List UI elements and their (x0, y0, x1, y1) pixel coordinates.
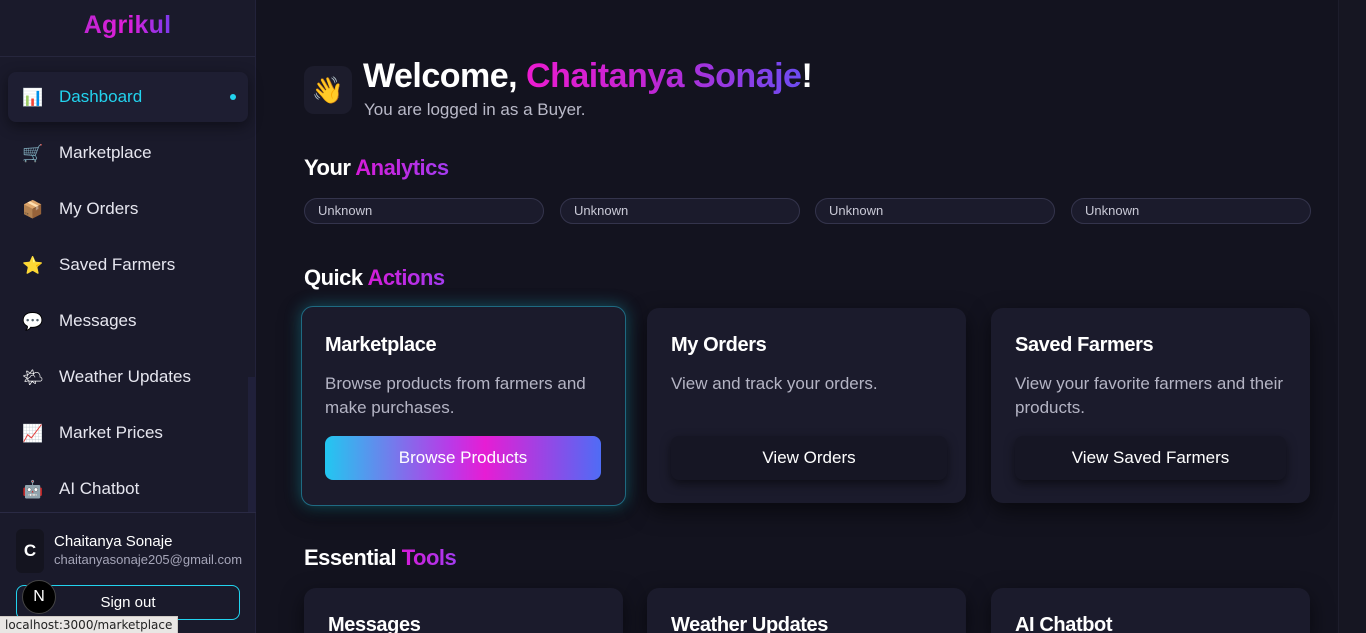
sidebar-item-label: AI Chatbot (59, 479, 140, 498)
essential-tools-heading: Essential Tools (304, 545, 457, 571)
sidebar-item-my-orders[interactable]: 📦 My Orders (8, 184, 248, 234)
welcome-user-name: Chaitanya Sonaje (526, 57, 802, 95)
tool-card-messages: Messages (304, 588, 623, 633)
sidebar-item-market-prices[interactable]: 📈 Market Prices (8, 408, 248, 458)
sidebar-nav: 📊 Dashboard 🛒 Marketplace 📦 My Orders ⭐ … (8, 72, 248, 520)
sidebar-item-marketplace[interactable]: 🛒 Marketplace (8, 128, 248, 178)
heading-accent: Tools (401, 545, 457, 570)
card-title: Marketplace (325, 334, 437, 356)
card-description: View and track your orders. (671, 374, 878, 393)
heading-plain: Quick (304, 265, 368, 290)
card-title: My Orders (671, 334, 767, 356)
sidebar-item-weather-updates[interactable]: 🌤 Weather Updates (8, 352, 248, 402)
sun-cloud-icon: 🌤 (22, 367, 44, 387)
tool-card-weather-updates: Weather Updates (647, 588, 966, 633)
speech-bubble-icon: 💬 (22, 311, 44, 331)
card-title: AI Chatbot (1015, 614, 1113, 633)
robot-icon: 🤖 (22, 479, 44, 499)
analytics-pill: Unknown (1071, 198, 1311, 224)
sidebar-item-label: My Orders (59, 199, 139, 218)
welcome-prefix: Welcome, (363, 57, 527, 95)
brand-logo[interactable]: Agrikul (84, 11, 172, 40)
analytics-pill: Unknown (560, 198, 800, 224)
card-description: View your favorite farmers and their pro… (1015, 374, 1284, 417)
sidebar-item-label: Saved Farmers (59, 255, 176, 274)
shopping-cart-icon: 🛒 (22, 143, 44, 163)
welcome-suffix: ! (801, 57, 813, 95)
sidebar-scrollbar[interactable] (248, 377, 256, 513)
sidebar-item-label: Weather Updates (59, 367, 191, 386)
page-scrollbar[interactable] (1338, 0, 1366, 633)
trend-chart-icon: 📈 (22, 423, 44, 443)
user-profile: C Chaitanya Sonaje chaitanyasonaje205@gm… (0, 512, 256, 633)
dashboard-main: 👋 Welcome, Chaitanya Sonaje! You are log… (256, 0, 1338, 633)
role-line: You are logged in as a Buyer. (364, 100, 586, 119)
sidebar-item-dashboard[interactable]: 📊 Dashboard (8, 72, 248, 122)
active-indicator-dot (230, 94, 236, 100)
heading-plain: Your (304, 155, 356, 180)
sidebar-item-saved-farmers[interactable]: ⭐ Saved Farmers (8, 240, 248, 290)
tool-card-ai-chatbot: AI Chatbot (991, 588, 1310, 633)
sidebar-item-label: Market Prices (59, 423, 163, 442)
package-icon: 📦 (22, 199, 44, 219)
heading-accent: Actions (367, 265, 445, 290)
analytics-pill: Unknown (815, 198, 1055, 224)
analytics-heading: Your Analytics (304, 155, 449, 181)
bar-chart-icon: 📊 (22, 87, 44, 107)
heading-accent: Analytics (355, 155, 449, 180)
view-saved-farmers-button[interactable]: View Saved Farmers (1015, 436, 1286, 480)
sidebar-item-ai-chatbot[interactable]: 🤖 AI Chatbot (8, 464, 248, 514)
avatar: C (16, 529, 44, 573)
sidebar: Agrikul 📊 Dashboard 🛒 Marketplace 📦 My O… (0, 0, 256, 633)
brand-header: Agrikul (0, 0, 255, 57)
card-title: Messages (328, 614, 421, 633)
nextjs-dev-indicator[interactable]: N (22, 580, 56, 614)
sidebar-item-label: Messages (59, 311, 137, 330)
user-email: chaitanyasonaje205@gmail.com (54, 552, 243, 567)
browser-status-url: localhost:3000/marketplace (0, 616, 179, 633)
quick-action-card-my-orders: My Orders View and track your orders. Vi… (647, 308, 966, 503)
quick-action-card-saved-farmers: Saved Farmers View your favorite farmers… (991, 308, 1310, 503)
card-title: Saved Farmers (1015, 334, 1154, 356)
analytics-row: Unknown Unknown Unknown Unknown (304, 198, 1311, 224)
browse-products-button[interactable]: Browse Products (325, 436, 601, 480)
heading-plain: Essential (304, 545, 402, 570)
card-title: Weather Updates (671, 614, 829, 633)
card-description: Browse products from farmers and make pu… (325, 374, 586, 417)
sidebar-item-label: Marketplace (59, 143, 152, 162)
star-icon: ⭐ (22, 255, 44, 275)
quick-action-card-marketplace: Marketplace Browse products from farmers… (301, 306, 626, 506)
sidebar-item-messages[interactable]: 💬 Messages (8, 296, 248, 346)
analytics-pill: Unknown (304, 198, 544, 224)
waving-hand-icon: 👋 (304, 66, 352, 114)
page-title: Welcome, Chaitanya Sonaje! (363, 57, 813, 96)
quick-actions-heading: Quick Actions (304, 265, 445, 291)
user-name: Chaitanya Sonaje (54, 533, 173, 550)
sidebar-item-label: Dashboard (59, 87, 143, 106)
view-orders-button[interactable]: View Orders (671, 436, 947, 480)
